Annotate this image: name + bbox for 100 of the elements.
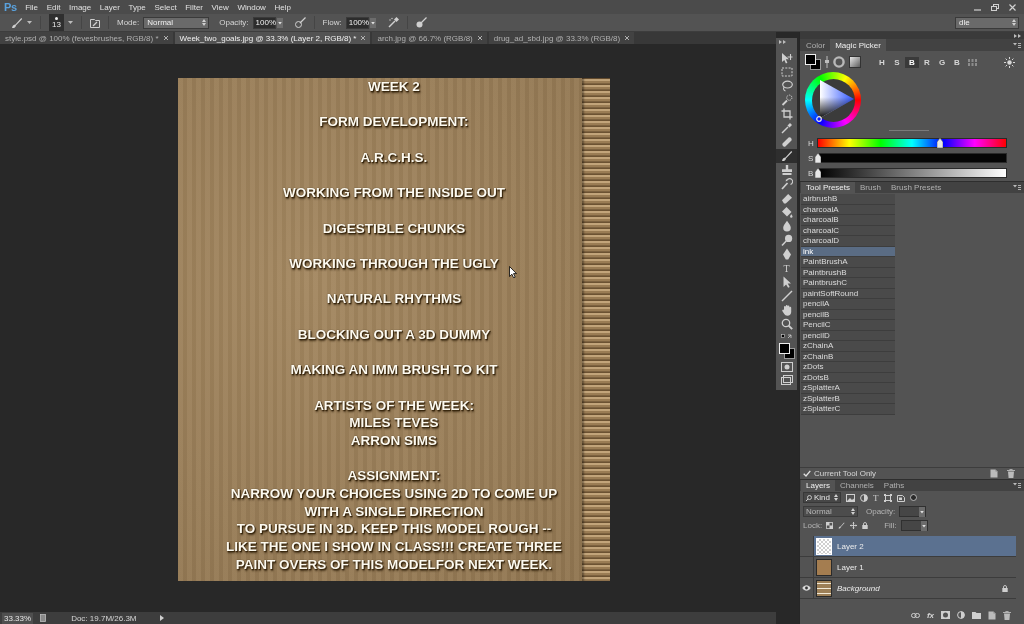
airbrush-icon[interactable]: [387, 17, 399, 28]
panel-tab[interactable]: Paths: [878, 480, 910, 491]
brush-icon[interactable]: [11, 16, 23, 29]
fill-field[interactable]: [900, 519, 928, 531]
hue-slider[interactable]: [817, 138, 1007, 148]
preset-item[interactable]: PaintbrushC: [801, 278, 895, 289]
vertical-slider-icon[interactable]: [825, 56, 829, 68]
menu-item[interactable]: Type: [124, 0, 151, 14]
dropdown-caret-icon[interactable]: [919, 506, 926, 517]
preset-item[interactable]: ink: [801, 246, 895, 257]
preset-item[interactable]: charcoalD: [801, 236, 895, 247]
panel-tab[interactable]: Brush: [855, 182, 886, 193]
flow-field[interactable]: 100%: [345, 16, 369, 29]
opacity-field[interactable]: 100%: [252, 16, 276, 29]
panel-tab[interactable]: Brush Presets: [885, 182, 947, 193]
checkbox[interactable]: [803, 470, 811, 477]
menu-item[interactable]: Help: [270, 0, 296, 14]
mode-dropdown[interactable]: Normal: [143, 16, 210, 29]
preset-item[interactable]: PaintbrushB: [801, 267, 895, 278]
ring-icon[interactable]: [833, 56, 845, 68]
panel-tab[interactable]: Channels: [835, 480, 879, 491]
trash-icon[interactable]: [1003, 610, 1011, 620]
quick-mask-icon[interactable]: [780, 362, 793, 372]
brush-tool-button[interactable]: [776, 149, 797, 163]
color-swatches-icon[interactable]: [778, 343, 795, 359]
preset-item[interactable]: zChainB: [801, 351, 895, 362]
slider-thumb[interactable]: [815, 153, 821, 163]
locked-layer-row[interactable]: Background: [814, 578, 1016, 598]
dropdown-caret-icon[interactable]: [276, 17, 283, 28]
layer-row[interactable]: Layer 1: [814, 557, 1016, 577]
color-mode-button[interactable]: G: [935, 56, 949, 68]
link-icon[interactable]: [910, 612, 920, 618]
opacity-field[interactable]: [899, 505, 927, 517]
right-arrow-icon[interactable]: [159, 615, 164, 621]
preset-item[interactable]: charcoalB: [801, 215, 895, 226]
document-tab[interactable]: drug_ad_sbd.jpg @ 33.3% (RGB/8): [488, 32, 635, 44]
menu-item[interactable]: Layer: [95, 0, 125, 14]
updown-caret-icon[interactable]: [1012, 19, 1016, 26]
preset-item[interactable]: pencilD: [801, 330, 895, 341]
new-preset-icon[interactable]: [990, 469, 998, 478]
kind-filter-dropdown[interactable]: Kind: [803, 492, 841, 503]
preset-item[interactable]: pencilB: [801, 309, 895, 320]
caret-icon[interactable]: [27, 21, 32, 24]
document-tab[interactable]: Week_two_goals.jpg @ 33.3% (Layer 2, RGB/8) *: [174, 32, 371, 44]
page-icon[interactable]: [40, 614, 47, 622]
panel-tab[interactable]: Magic Picker: [830, 39, 886, 51]
type-filter-button[interactable]: T: [873, 492, 879, 503]
menu-item[interactable]: File: [20, 0, 43, 14]
close-icon[interactable]: [625, 36, 630, 40]
shape-filter-icon[interactable]: [883, 493, 892, 502]
brush-preset-picker[interactable]: 13: [49, 14, 64, 31]
preset-item[interactable]: zDots: [801, 362, 895, 373]
brush-panel-icon[interactable]: [90, 17, 100, 28]
sun-icon[interactable]: [1004, 56, 1015, 68]
move-arrows-icon[interactable]: [850, 521, 858, 529]
preset-item[interactable]: paintSoftRound: [801, 288, 895, 299]
menu-item[interactable]: Edit: [42, 0, 65, 14]
panel-menu-icon[interactable]: [1013, 483, 1021, 488]
screen-mode-icon[interactable]: [780, 375, 793, 385]
color-mode-button[interactable]: R: [920, 56, 934, 68]
preset-item[interactable]: charcoalA: [801, 204, 895, 215]
zoom-field[interactable]: 33.33%: [2, 612, 34, 624]
preset-item[interactable]: zSplatterC: [801, 404, 895, 415]
half-circle-icon[interactable]: [860, 493, 868, 502]
double-arrow-icon[interactable]: [779, 40, 786, 44]
document-tab[interactable]: arch.jpg @ 66.7% (RGB/8): [372, 32, 487, 44]
color-wheel[interactable]: [805, 72, 861, 128]
color-mode-button[interactable]: B: [950, 56, 964, 68]
pressure-size-icon[interactable]: [415, 17, 427, 28]
updown-caret-icon[interactable]: [834, 494, 838, 501]
layer-row[interactable]: Layer 2: [814, 536, 1016, 556]
new-layer-icon[interactable]: [988, 610, 996, 620]
checkerboard-icon[interactable]: [826, 521, 834, 529]
preset-item[interactable]: charcoalC: [801, 225, 895, 236]
brightness-slider[interactable]: [817, 168, 1007, 178]
lock-icon[interactable]: [862, 521, 869, 529]
close-icon[interactable]: [477, 36, 482, 40]
panel-menu-icon[interactable]: [1013, 42, 1021, 48]
visibility-toggle[interactable]: [800, 578, 814, 598]
preset-item[interactable]: zSplatterA: [801, 383, 895, 394]
preset-item[interactable]: PaintBrushA: [801, 257, 895, 268]
type-tool-button[interactable]: T: [776, 261, 797, 275]
folder-icon[interactable]: [972, 611, 981, 619]
close-icon[interactable]: [1009, 3, 1016, 11]
slider-thumb[interactable]: [937, 138, 944, 148]
trash-icon[interactable]: [1007, 469, 1015, 478]
color-mode-button[interactable]: S: [890, 56, 904, 68]
pressure-opacity-icon[interactable]: [294, 17, 306, 28]
brush-icon[interactable]: [838, 521, 846, 529]
menu-item[interactable]: Image: [64, 0, 96, 14]
saturation-slider[interactable]: [817, 153, 1007, 163]
caret-icon[interactable]: [68, 21, 73, 24]
preset-item[interactable]: PencilC: [801, 320, 895, 331]
color-mode-button[interactable]: B: [905, 56, 919, 68]
swap-colors-icon[interactable]: [780, 334, 793, 340]
dropdown-caret-icon[interactable]: [369, 17, 376, 28]
workspace-dropdown[interactable]: dle: [955, 16, 1019, 29]
dropdown-caret-icon[interactable]: [920, 520, 927, 531]
image-filter-icon[interactable]: [846, 493, 855, 502]
mask-icon[interactable]: [941, 611, 950, 619]
